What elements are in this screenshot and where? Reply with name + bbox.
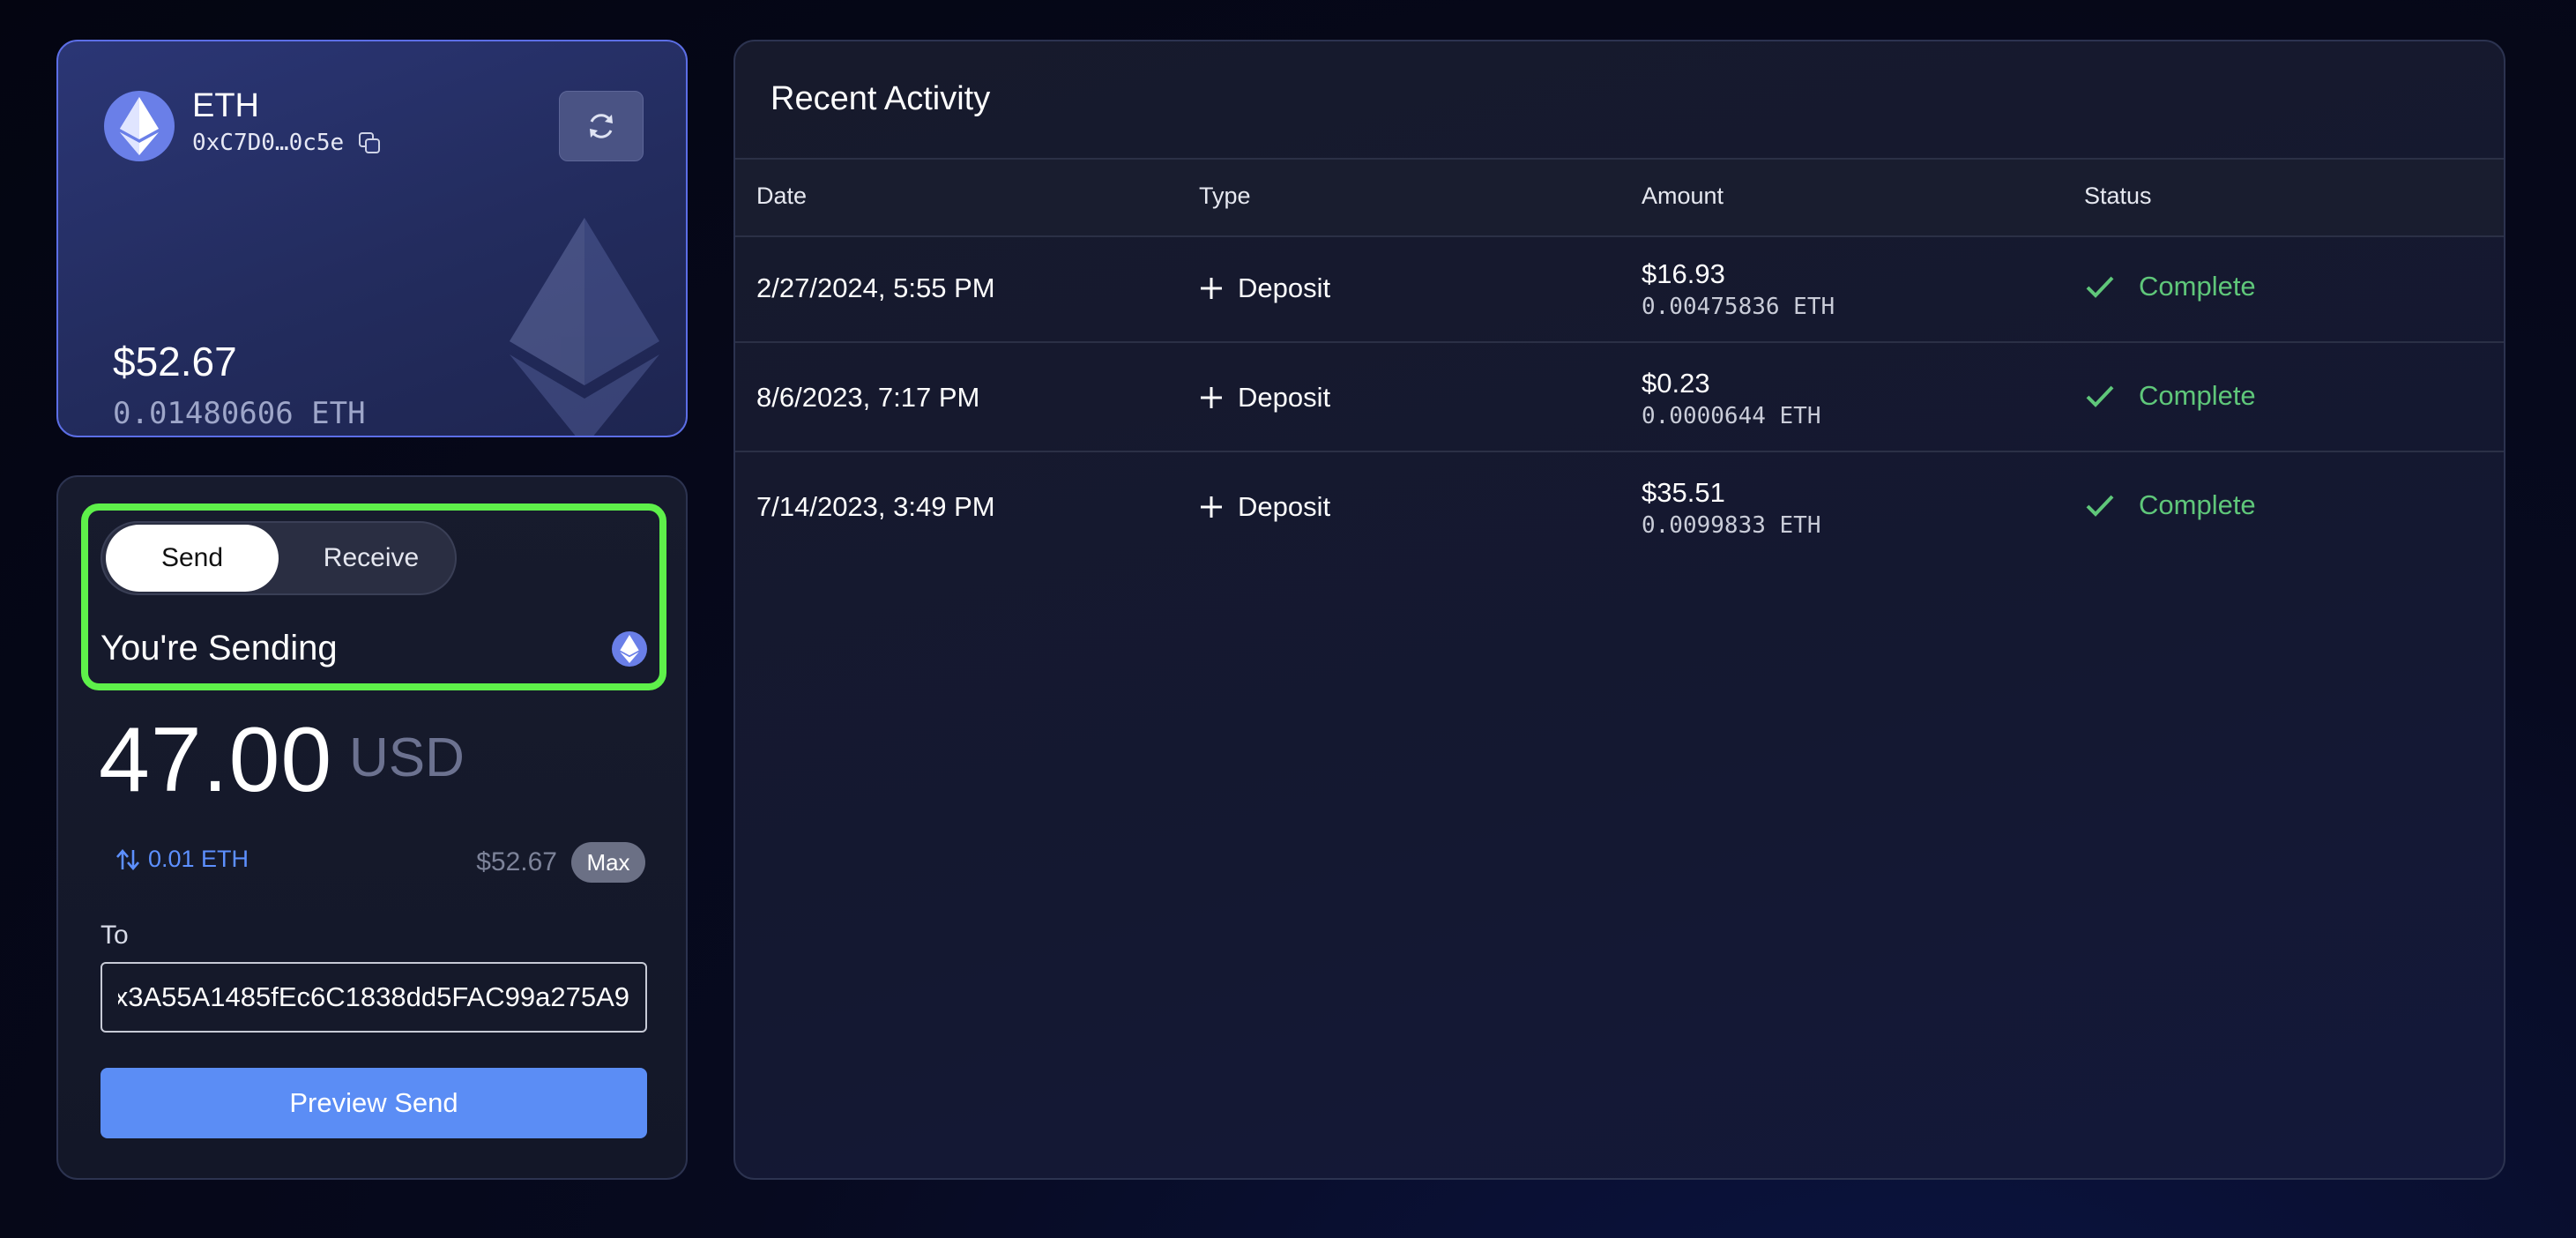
- row-amount-usd: $0.23: [1642, 368, 1710, 399]
- column-header-amount: Amount: [1642, 183, 1724, 209]
- row-type: Deposit: [1199, 272, 1330, 304]
- row-amount-eth: 0.0000644 ETH: [1642, 403, 1821, 429]
- coin-name: ETH: [192, 87, 259, 124]
- row-amount: $35.51 0.0099833 ETH: [1642, 477, 1821, 539]
- table-row[interactable]: 7/14/2023, 3:49 PM Deposit $35.51 0.0099…: [735, 452, 2504, 560]
- plus-icon: [1201, 496, 1222, 518]
- copy-icon[interactable]: [358, 131, 381, 154]
- table-header: Date Type Amount Status: [735, 158, 2504, 237]
- row-date: 8/6/2023, 7:17 PM: [756, 382, 980, 413]
- check-icon: [2086, 385, 2114, 407]
- ethereum-watermark-icon: [510, 218, 659, 436]
- amount-currency: USD: [349, 727, 465, 788]
- plus-icon: [1201, 387, 1222, 408]
- row-type-label: Deposit: [1238, 272, 1331, 303]
- table-row[interactable]: 2/27/2024, 5:55 PM Deposit $16.93 0.0047…: [735, 234, 2504, 343]
- status-badge: Complete: [2139, 271, 2256, 302]
- row-amount: $16.93 0.00475836 ETH: [1642, 258, 1835, 320]
- address-row: 0xC7D0…0c5e: [192, 130, 381, 156]
- balance-usd: $52.67: [113, 339, 237, 384]
- column-header-status: Status: [2084, 183, 2152, 209]
- row-type: Deposit: [1199, 382, 1330, 414]
- activity-panel: Recent Activity Date Type Amount Status …: [733, 40, 2505, 1180]
- status-badge: Complete: [2139, 489, 2256, 520]
- row-amount-usd: $35.51: [1642, 477, 1725, 508]
- row-status: Complete: [2084, 489, 2256, 521]
- row-amount-eth: 0.0099833 ETH: [1642, 512, 1821, 539]
- column-header-date: Date: [756, 183, 808, 209]
- row-status: Complete: [2084, 271, 2256, 302]
- amount-value[interactable]: 47.00: [99, 708, 332, 813]
- converted-amount: 0.01 ETH: [148, 846, 249, 872]
- max-button[interactable]: Max: [571, 842, 645, 883]
- row-type: Deposit: [1199, 491, 1330, 523]
- table-row[interactable]: 8/6/2023, 7:17 PM Deposit $0.23 0.000064…: [735, 343, 2504, 452]
- to-label: To: [101, 921, 129, 950]
- row-date: 2/27/2024, 5:55 PM: [756, 272, 995, 303]
- balance-eth: 0.01480606 ETH: [113, 396, 366, 431]
- convert-toggle[interactable]: 0.01 ETH: [115, 846, 249, 873]
- plus-icon: [1201, 278, 1222, 299]
- row-type-label: Deposit: [1238, 382, 1331, 413]
- available-balance: $52.67: [476, 847, 557, 876]
- check-icon: [2086, 495, 2114, 517]
- row-amount-eth: 0.00475836 ETH: [1642, 294, 1835, 320]
- row-amount: $0.23 0.0000644 ETH: [1642, 368, 1821, 429]
- row-type-label: Deposit: [1238, 491, 1331, 522]
- row-date: 7/14/2023, 3:49 PM: [756, 491, 995, 522]
- preview-send-button[interactable]: Preview Send: [101, 1068, 647, 1138]
- wallet-address: 0xC7D0…0c5e: [192, 130, 345, 156]
- row-status: Complete: [2084, 380, 2256, 412]
- wallet-card: ETH 0xC7D0…0c5e $52.67 0.01480606 ETH: [56, 40, 688, 437]
- swap-vertical-icon: [116, 848, 139, 870]
- status-badge: Complete: [2139, 380, 2256, 411]
- ethereum-icon: [104, 91, 175, 161]
- activity-title: Recent Activity: [771, 80, 991, 117]
- highlight-box: [81, 503, 666, 690]
- send-panel: Send Receive You're Sending 47.00 USD 0.…: [56, 475, 688, 1180]
- check-icon: [2086, 276, 2114, 298]
- refresh-button[interactable]: [559, 91, 644, 161]
- refresh-icon: [590, 114, 613, 138]
- recipient-address-input[interactable]: [101, 962, 647, 1033]
- row-amount-usd: $16.93: [1642, 258, 1725, 289]
- column-header-type: Type: [1199, 183, 1251, 209]
